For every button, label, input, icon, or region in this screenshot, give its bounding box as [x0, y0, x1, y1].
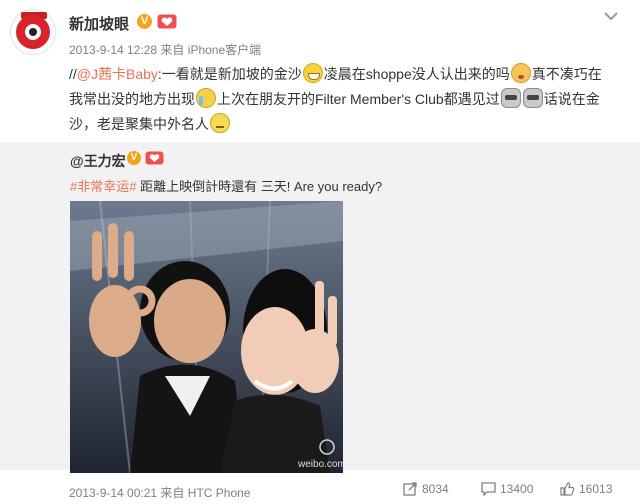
- chevron-down-icon[interactable]: [603, 10, 619, 22]
- grin-emoticon-icon: [302, 63, 323, 83]
- shy-emoticon-icon: [510, 63, 531, 83]
- like-count: 16013: [579, 482, 613, 496]
- repost-meta: 2013-9-14 00:21 来自 HTC Phone: [69, 484, 250, 501]
- member-heart-icon[interactable]: [157, 14, 177, 29]
- thumbs-up-icon: [560, 482, 575, 496]
- source-prefix: 来自: [160, 43, 185, 57]
- repost-body: 距離上映倒計時還有 三天! Are you ready?: [140, 179, 383, 194]
- repost-source[interactable]: HTC Phone: [188, 486, 251, 500]
- post-meta: 2013-9-14 12:28 来自 iPhone客户端: [69, 41, 261, 58]
- author-name[interactable]: 新加坡眼: [69, 13, 129, 34]
- content-part1: :一看就是新加坡的金沙: [157, 66, 302, 82]
- thinking-emoticon-icon: [210, 113, 230, 133]
- verified-icon[interactable]: V: [137, 14, 152, 29]
- repost-text: #非常幸运# 距離上映倒計時還有 三天! Are you ready?: [70, 176, 382, 195]
- content-part2: 凌晨在shoppe没人认出来的吗: [323, 66, 510, 82]
- repost-source-prefix: 来自: [160, 486, 185, 500]
- repost-timestamp[interactable]: 2013-9-14 00:21: [69, 486, 157, 500]
- avatar-pupil: [29, 28, 37, 36]
- repost-icon: [403, 482, 417, 496]
- post-timestamp[interactable]: 2013-9-14 12:28: [69, 43, 157, 57]
- comment-button[interactable]: 13400: [481, 482, 534, 497]
- repost-member-heart-icon[interactable]: [145, 151, 164, 165]
- comment-count: 13400: [500, 482, 534, 496]
- repost-button[interactable]: 8034: [403, 482, 449, 496]
- weibo-post: 新加坡眼 V 2013-9-14 12:28 来自 iPhone客户端 //@J…: [0, 0, 640, 504]
- repost-author[interactable]: @王力宏: [70, 151, 126, 171]
- mention-link[interactable]: @J茜卡Baby: [77, 66, 158, 82]
- author-avatar[interactable]: [10, 9, 56, 55]
- photo-watermark: weibo.com: [297, 459, 343, 470]
- photo-illustration: weibo.com: [70, 201, 343, 473]
- comment-icon: [481, 482, 496, 497]
- content-part4: 上次在朋友开的Filter Member's Club都遇见过: [217, 91, 500, 107]
- post-source[interactable]: iPhone客户端: [188, 43, 261, 57]
- post-photo[interactable]: weibo.com: [70, 201, 343, 473]
- content-prefix: //: [69, 66, 77, 82]
- like-button[interactable]: 16013: [560, 482, 612, 496]
- repost-verified-icon[interactable]: V: [127, 151, 141, 165]
- repost-count: 8034: [422, 482, 449, 496]
- cry-emoticon-icon: [196, 88, 216, 108]
- robot-emoticon-icon: [500, 88, 521, 108]
- robot-emoticon-icon: [522, 88, 543, 108]
- topic-link[interactable]: #非常幸运#: [70, 179, 136, 194]
- post-content: //@J茜卡Baby:一看就是新加坡的金沙 凌晨在shoppe没人认出来的吗 真不凑…: [69, 62, 614, 137]
